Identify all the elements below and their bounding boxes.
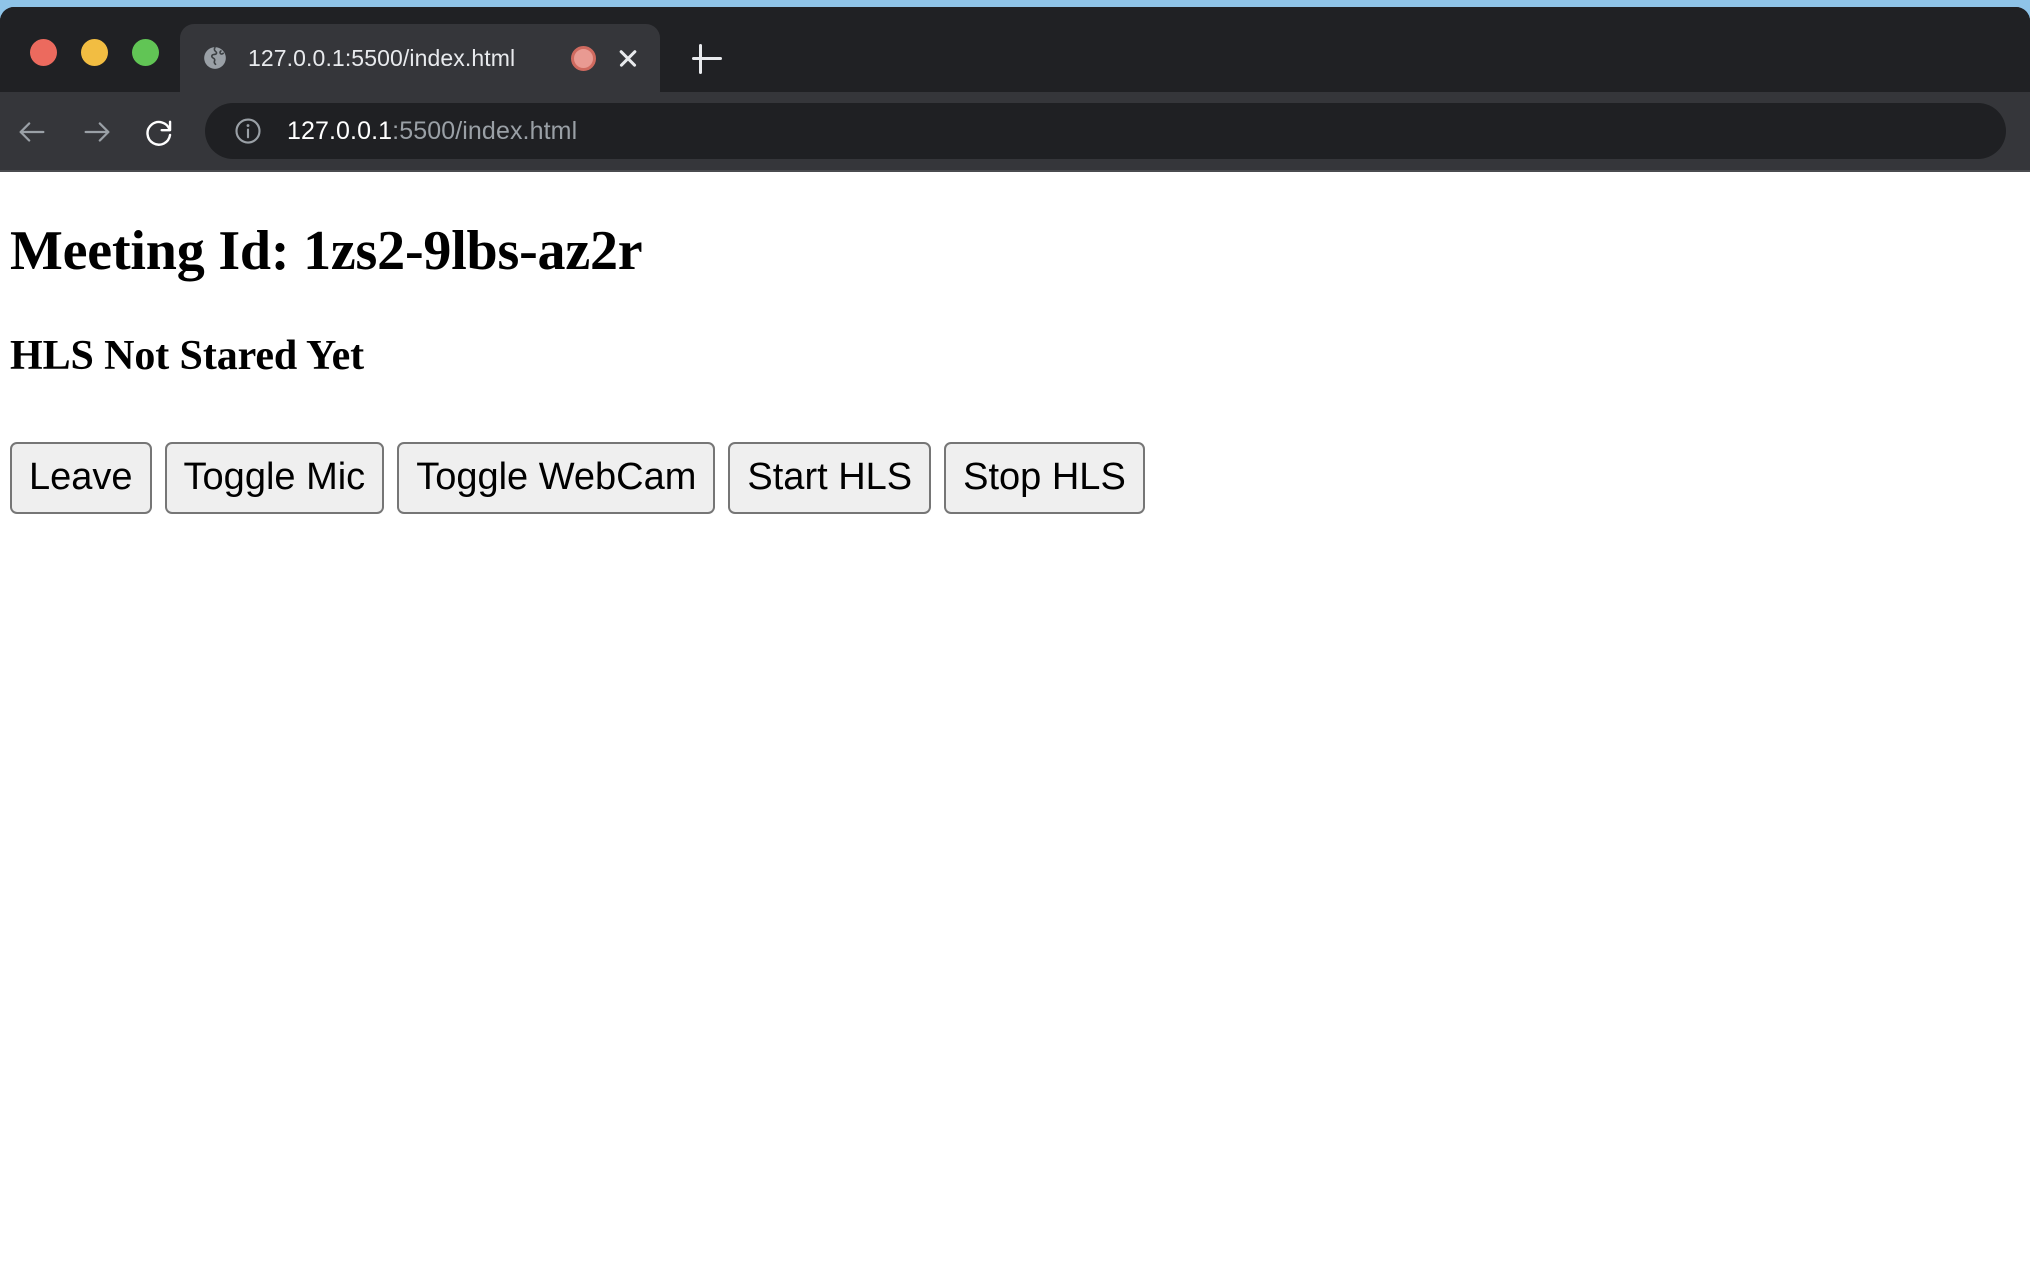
browser-toolbar: 127.0.0.1:5500/index.html (0, 92, 2030, 172)
new-tab-button[interactable] (685, 37, 729, 81)
forward-button[interactable] (73, 108, 121, 156)
tab-close-icon[interactable] (610, 40, 646, 76)
toggle-webcam-button[interactable]: Toggle WebCam (397, 441, 716, 514)
address-bar-path: :5500/index.html (392, 116, 578, 145)
address-bar-host: 127.0.0.1 (287, 116, 393, 145)
address-bar[interactable]: 127.0.0.1:5500/index.html (205, 103, 2006, 159)
back-arrow-icon (19, 122, 45, 142)
tab-title: 127.0.0.1:5500/index.html (248, 46, 516, 70)
info-circle-icon[interactable] (233, 116, 263, 146)
window-close-button[interactable] (30, 39, 57, 66)
window-minimize-button[interactable] (81, 39, 108, 66)
stop-hls-button[interactable]: Stop HLS (944, 441, 1145, 514)
toggle-mic-button[interactable]: Toggle Mic (164, 441, 385, 514)
leave-button[interactable]: Leave (10, 441, 152, 514)
meeting-id-heading: Meeting Id: 1zs2-9lbs-az2r (10, 220, 643, 282)
hls-status-heading: HLS Not Stared Yet (10, 332, 365, 379)
window-controls (30, 39, 159, 66)
globe-icon (204, 46, 226, 69)
record-dot-icon[interactable] (571, 45, 596, 71)
window-maximize-button[interactable] (132, 39, 159, 66)
browser-window: 127.0.0.1:5500/index.html 127.0.0.1:5500… (0, 7, 2030, 1274)
control-button-row: Leave Toggle Mic Toggle WebCam Start HLS… (10, 380, 2020, 514)
reload-icon (146, 120, 172, 146)
page-body: Meeting Id: 1zs2-9lbs-az2r HLS Not Stare… (0, 172, 2030, 514)
tab-strip: 127.0.0.1:5500/index.html (0, 7, 2030, 92)
forward-arrow-icon (84, 122, 110, 142)
address-bar-url: 127.0.0.1:5500/index.html (287, 116, 578, 145)
start-hls-button[interactable]: Start HLS (728, 441, 932, 514)
browser-tab-active[interactable]: 127.0.0.1:5500/index.html (180, 24, 660, 92)
back-button[interactable] (8, 108, 56, 156)
page-viewport: Meeting Id: 1zs2-9lbs-az2r HLS Not Stare… (0, 172, 2030, 1274)
reload-button[interactable] (135, 108, 183, 156)
